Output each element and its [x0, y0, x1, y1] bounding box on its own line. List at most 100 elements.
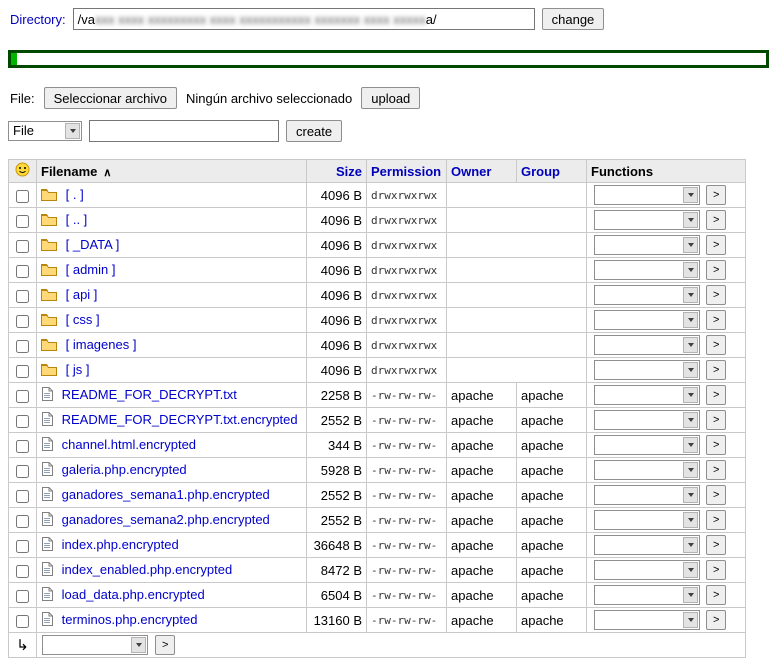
- row-checkbox[interactable]: [16, 589, 29, 603]
- file-size: 344 B: [306, 432, 367, 458]
- change-button[interactable]: change: [541, 8, 605, 30]
- execute-button[interactable]: >: [706, 585, 727, 605]
- file-owner: apache: [446, 407, 517, 433]
- file-size: 4096 B: [306, 332, 367, 358]
- functions-select[interactable]: [594, 260, 700, 280]
- functions-select[interactable]: [594, 460, 700, 480]
- filename-link[interactable]: load_data.php.encrypted: [62, 587, 205, 602]
- filename-link[interactable]: ganadores_semana2.php.encrypted: [62, 512, 270, 527]
- row-checkbox[interactable]: [16, 564, 29, 578]
- row-checkbox[interactable]: [16, 314, 29, 328]
- row-checkbox[interactable]: [16, 464, 29, 478]
- create-name-input[interactable]: [89, 120, 279, 142]
- functions-select-value: [595, 461, 682, 479]
- row-checkbox[interactable]: [16, 214, 29, 228]
- execute-button[interactable]: >: [706, 185, 727, 205]
- functions-select[interactable]: [594, 185, 700, 205]
- row-checkbox[interactable]: [16, 514, 29, 528]
- header-owner[interactable]: Owner: [446, 159, 517, 183]
- chevron-down-icon: [683, 337, 698, 353]
- footer-functions-value: [43, 636, 130, 654]
- create-type-select[interactable]: File: [8, 121, 82, 141]
- upload-button[interactable]: upload: [361, 87, 421, 109]
- file-owner: [446, 207, 587, 233]
- filename-link[interactable]: [ . ]: [66, 187, 84, 202]
- functions-select[interactable]: [594, 335, 700, 355]
- filename-link[interactable]: [ admin ]: [66, 262, 116, 277]
- row-checkbox[interactable]: [16, 339, 29, 353]
- file-permission: -rw-rw-rw-: [366, 532, 447, 558]
- execute-button[interactable]: >: [706, 385, 727, 405]
- execute-button[interactable]: >: [706, 210, 727, 230]
- execute-button[interactable]: >: [706, 510, 727, 530]
- header-group[interactable]: Group: [516, 159, 587, 183]
- file-permission: drwxrwxrwx: [366, 257, 447, 283]
- row-checkbox[interactable]: [16, 414, 29, 428]
- execute-button[interactable]: >: [706, 485, 727, 505]
- create-button[interactable]: create: [286, 120, 343, 142]
- functions-select[interactable]: [594, 585, 700, 605]
- execute-button[interactable]: >: [706, 410, 727, 430]
- row-checkbox[interactable]: [16, 439, 29, 453]
- file-size: 4096 B: [306, 182, 367, 208]
- row-checkbox[interactable]: [16, 389, 29, 403]
- execute-button[interactable]: >: [706, 335, 727, 355]
- row-checkbox[interactable]: [16, 289, 29, 303]
- functions-select[interactable]: [594, 510, 700, 530]
- chevron-down-icon: [131, 637, 146, 653]
- footer-execute-button[interactable]: >: [155, 635, 176, 655]
- execute-button[interactable]: >: [706, 235, 727, 255]
- execute-button[interactable]: >: [706, 435, 727, 455]
- functions-select[interactable]: [594, 435, 700, 455]
- row-checkbox[interactable]: [16, 264, 29, 278]
- filename-link[interactable]: [ _DATA ]: [66, 237, 120, 252]
- functions-select[interactable]: [594, 285, 700, 305]
- filename-link[interactable]: terminos.php.encrypted: [62, 612, 198, 627]
- functions-select[interactable]: [594, 385, 700, 405]
- functions-select[interactable]: [594, 410, 700, 430]
- execute-button[interactable]: >: [706, 535, 727, 555]
- filename-link[interactable]: README_FOR_DECRYPT.txt.encrypted: [62, 412, 298, 427]
- footer-functions-select[interactable]: [42, 635, 148, 655]
- row-checkbox[interactable]: [16, 489, 29, 503]
- functions-select[interactable]: [594, 210, 700, 230]
- functions-select[interactable]: [594, 560, 700, 580]
- filename-link[interactable]: [ css ]: [66, 312, 100, 327]
- filename-link[interactable]: [ imagenes ]: [66, 337, 137, 352]
- header-size[interactable]: Size: [306, 159, 367, 183]
- filename-link[interactable]: [ .. ]: [66, 212, 88, 227]
- execute-button[interactable]: >: [706, 460, 727, 480]
- filename-link[interactable]: [ js ]: [66, 362, 90, 377]
- functions-select-value: [595, 236, 682, 254]
- execute-button[interactable]: >: [706, 310, 727, 330]
- header-permission[interactable]: Permission: [366, 159, 447, 183]
- filename-link[interactable]: README_FOR_DECRYPT.txt: [62, 387, 237, 402]
- functions-select[interactable]: [594, 360, 700, 380]
- row-checkbox[interactable]: [16, 364, 29, 378]
- row-checkbox[interactable]: [16, 189, 29, 203]
- execute-button[interactable]: >: [706, 360, 727, 380]
- functions-select[interactable]: [594, 535, 700, 555]
- filename-link[interactable]: channel.html.encrypted: [62, 437, 196, 452]
- row-checkbox[interactable]: [16, 614, 29, 628]
- filename-link[interactable]: [ api ]: [66, 287, 98, 302]
- functions-select[interactable]: [594, 610, 700, 630]
- functions-select[interactable]: [594, 235, 700, 255]
- choose-file-button[interactable]: Seleccionar archivo: [43, 87, 178, 109]
- execute-button[interactable]: >: [706, 260, 727, 280]
- file-group: apache: [516, 507, 587, 533]
- functions-select[interactable]: [594, 485, 700, 505]
- directory-input[interactable]: /va xxx xxxx xxxxxxxxx xxxx xxxxxxxxxxx …: [72, 8, 535, 30]
- functions-select[interactable]: [594, 310, 700, 330]
- header-filename[interactable]: Filename ∧: [36, 159, 307, 183]
- filename-link[interactable]: index.php.encrypted: [62, 537, 179, 552]
- execute-button[interactable]: >: [706, 560, 727, 580]
- row-checkbox[interactable]: [16, 239, 29, 253]
- header-functions: Functions: [586, 159, 746, 183]
- execute-button[interactable]: >: [706, 285, 727, 305]
- filename-link[interactable]: galeria.php.encrypted: [62, 462, 187, 477]
- filename-link[interactable]: ganadores_semana1.php.encrypted: [62, 487, 270, 502]
- row-checkbox[interactable]: [16, 539, 29, 553]
- filename-link[interactable]: index_enabled.php.encrypted: [62, 562, 233, 577]
- execute-button[interactable]: >: [706, 610, 727, 630]
